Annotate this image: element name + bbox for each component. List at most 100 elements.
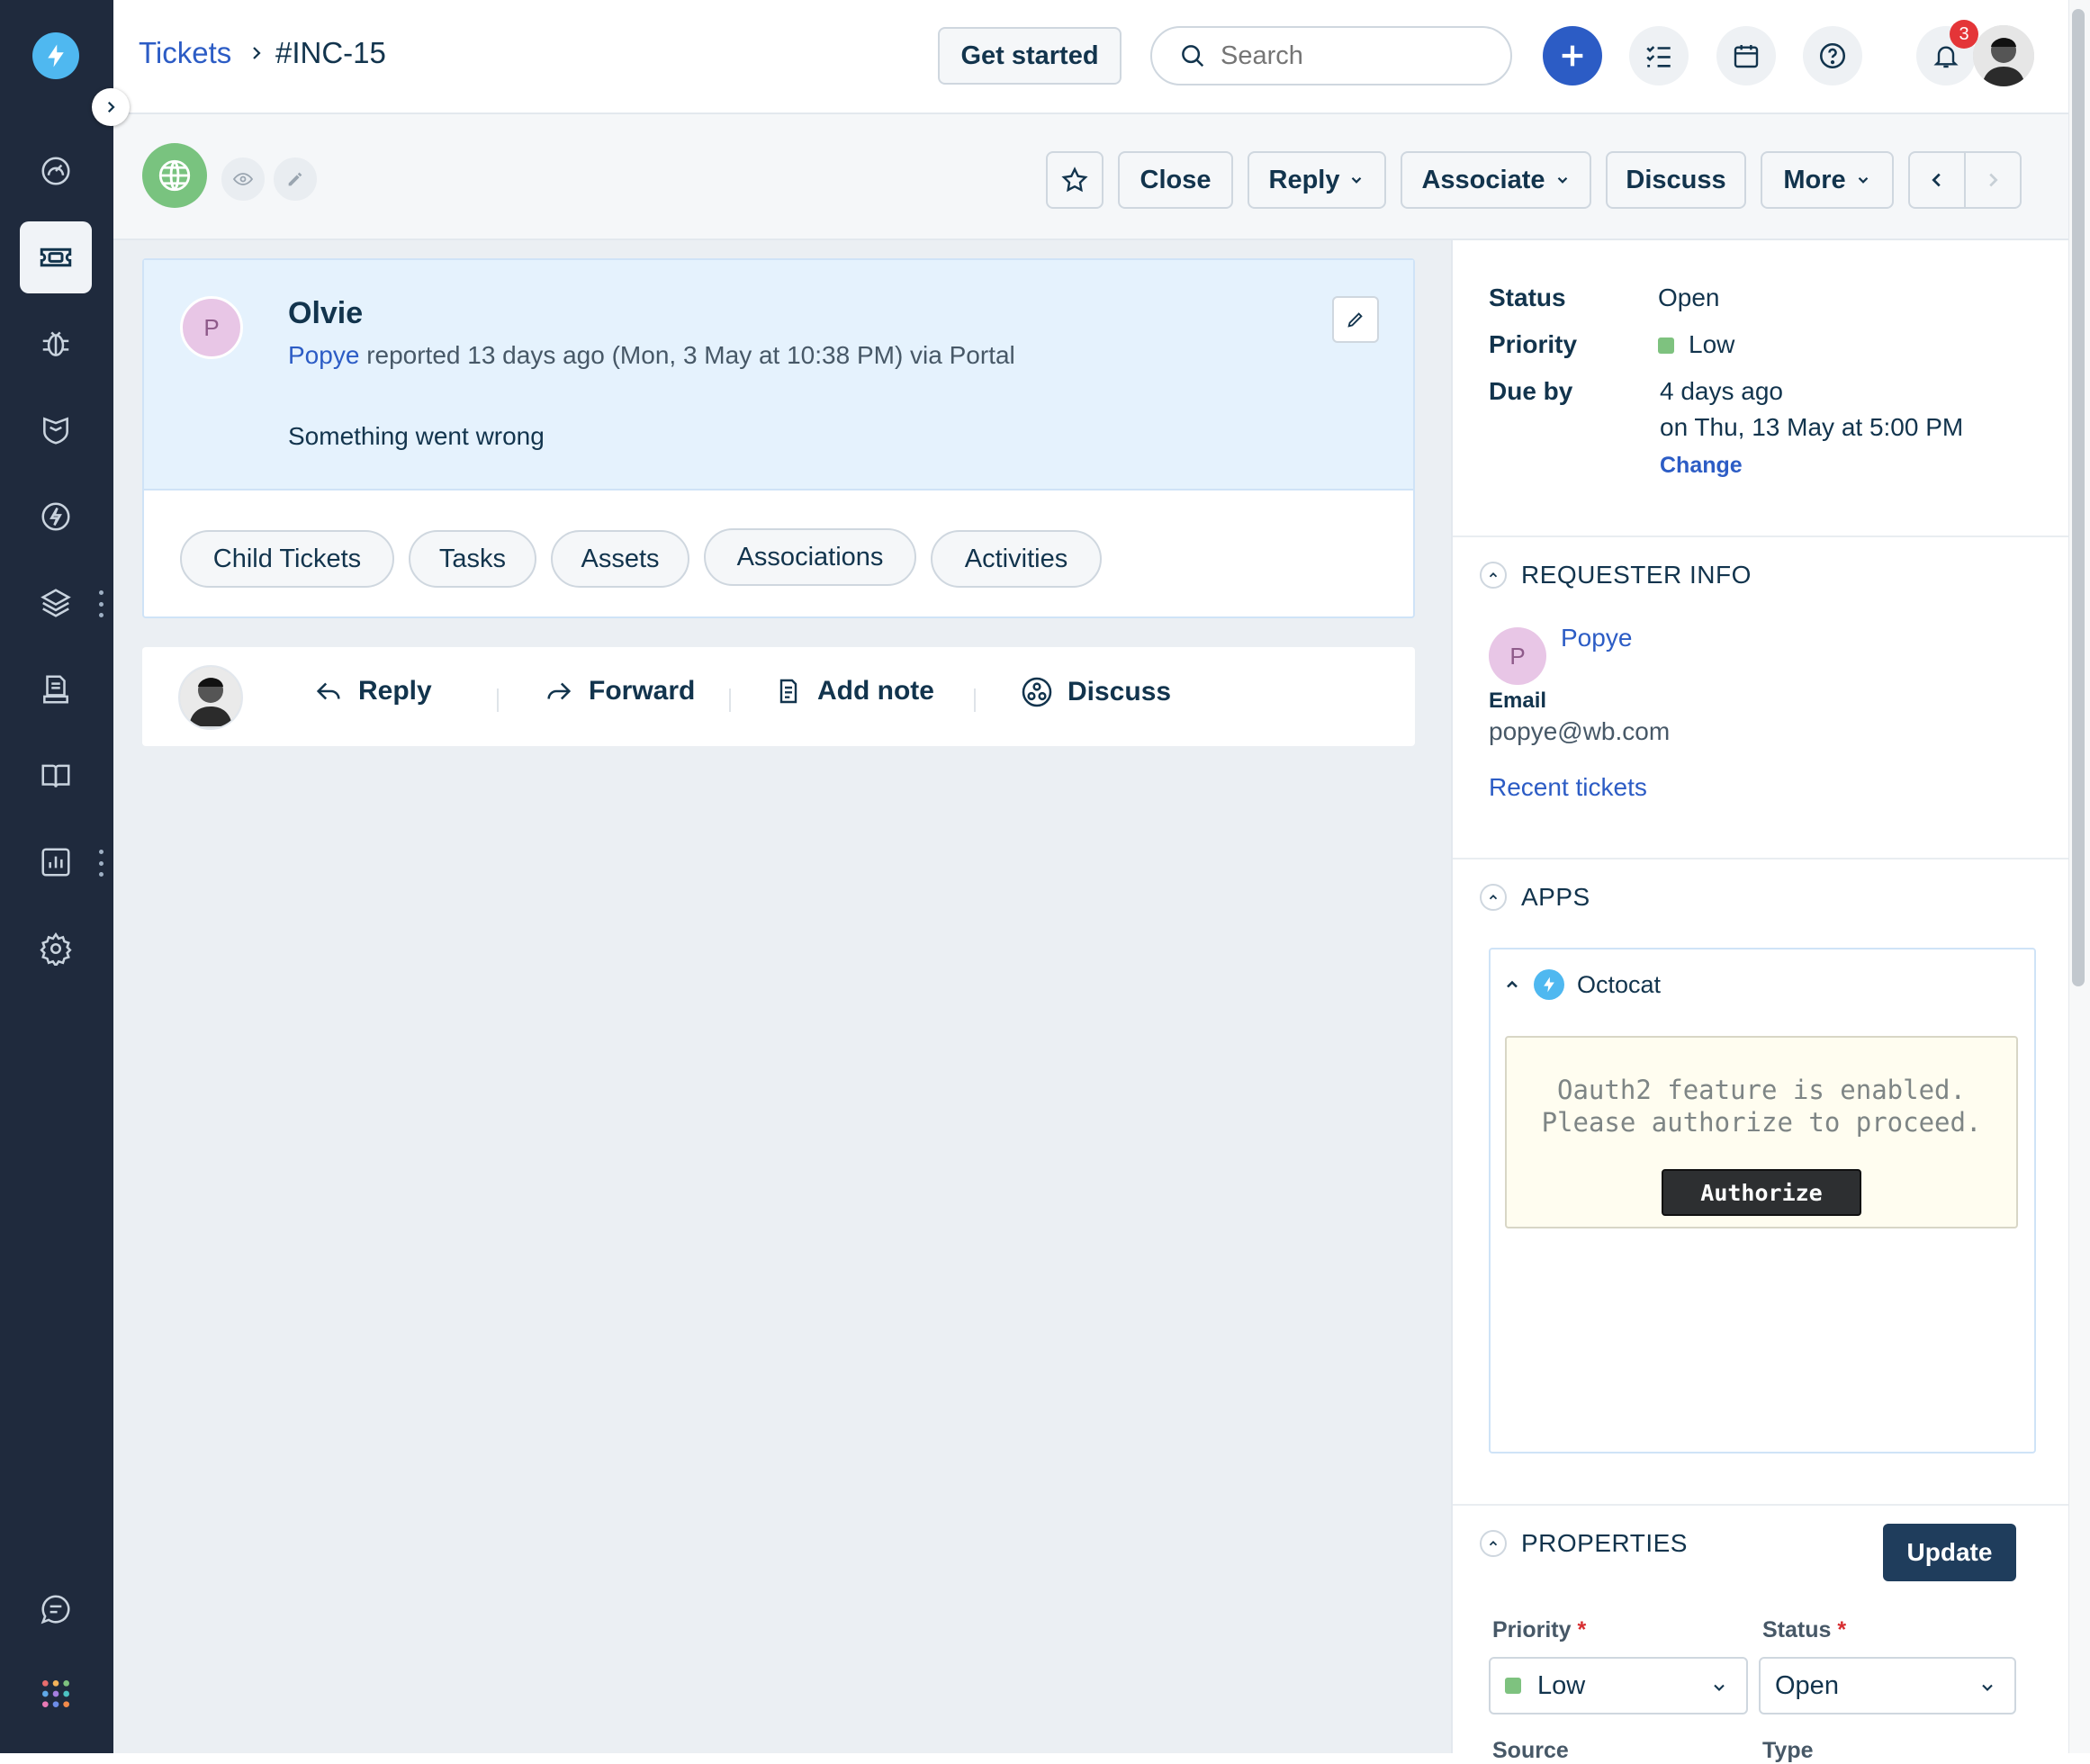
- edit-ticket-button[interactable]: [1332, 296, 1379, 343]
- reply-action-bar: Reply Forward Add note Discuss: [142, 647, 1415, 746]
- nav-dashboard-icon[interactable]: [20, 135, 92, 207]
- due-relative: 4 days ago: [1660, 377, 1783, 405]
- prop-status-label-text: Status: [1762, 1617, 1832, 1642]
- close-ticket-button[interactable]: Close: [1118, 151, 1233, 209]
- help-button[interactable]: [1803, 26, 1862, 86]
- forward-action[interactable]: Forward: [544, 676, 695, 706]
- due-by-label: Due by: [1489, 377, 1573, 405]
- note-icon: [779, 679, 797, 704]
- nav-more-icon[interactable]: [97, 590, 104, 617]
- watchers-eye-icon[interactable]: [220, 156, 266, 202]
- tab-activities[interactable]: Activities: [931, 530, 1102, 588]
- user-avatar[interactable]: [1973, 25, 2034, 86]
- forward-icon: [547, 682, 572, 700]
- nav-changes-icon[interactable]: [20, 394, 92, 466]
- expand-nav-button[interactable]: [92, 88, 130, 126]
- priority-select-value: Low: [1537, 1670, 1586, 1700]
- requester-info-name[interactable]: Popye: [1561, 624, 1632, 652]
- tab-child-tickets[interactable]: Child Tickets: [180, 530, 394, 588]
- chevron-right-icon: [1989, 173, 1998, 187]
- nav-tickets-icon[interactable]: [20, 221, 92, 293]
- chevron-up-icon: [1480, 562, 1507, 589]
- editing-pencil-icon[interactable]: [272, 156, 319, 202]
- discuss-action[interactable]: Discuss: [1021, 676, 1171, 708]
- reply-action-label: Reply: [358, 676, 432, 706]
- logo-icon[interactable]: [32, 32, 79, 79]
- search-input[interactable]: [1219, 40, 1489, 72]
- discuss-action-label: Discuss: [1068, 677, 1172, 706]
- octocat-app-header[interactable]: Octocat: [1503, 969, 1661, 1000]
- left-navigation: [0, 0, 113, 1753]
- nav-apps-grid-icon[interactable]: [20, 1658, 92, 1730]
- requester-link[interactable]: Popye: [288, 341, 359, 369]
- action-divider: [497, 688, 499, 712]
- get-started-button[interactable]: Get started: [938, 27, 1122, 85]
- reply-dropdown-label: Reply: [1268, 165, 1340, 194]
- reply-dropdown-button[interactable]: Reply: [1248, 151, 1386, 209]
- chevron-up-icon: [1480, 884, 1507, 911]
- ticket-subject: Olvie: [288, 296, 364, 330]
- apps-title: APPS: [1521, 883, 1590, 911]
- update-properties-button[interactable]: Update: [1883, 1524, 2016, 1581]
- requester-avatar: P: [180, 296, 243, 359]
- new-item-button[interactable]: [1543, 26, 1602, 86]
- email-label: Email: [1489, 688, 1547, 713]
- more-dropdown-label: More: [1783, 165, 1846, 194]
- agent-avatar: [178, 665, 243, 730]
- nav-analytics-icon[interactable]: [20, 826, 92, 898]
- search-icon: [1182, 45, 1204, 68]
- ticket-toolbar: Close Reply Associate Discuss More: [113, 114, 2068, 240]
- scrollbar-thumb[interactable]: [2072, 9, 2085, 986]
- tab-assets[interactable]: Assets: [551, 530, 689, 588]
- chevron-down-icon: [1982, 1684, 1993, 1691]
- properties-title: PROPERTIES: [1521, 1529, 1688, 1557]
- associate-dropdown-button[interactable]: Associate: [1401, 151, 1591, 209]
- priority-select-indicator: [1505, 1678, 1521, 1694]
- action-divider: [729, 688, 731, 712]
- discuss-button[interactable]: Discuss: [1606, 151, 1746, 209]
- nav-problems-icon[interactable]: [20, 308, 92, 380]
- ticket-main-area: P Olvie Popye reported 13 days ago (Mon,…: [113, 240, 1451, 1753]
- add-note-action[interactable]: Add note: [774, 676, 934, 706]
- globe-icon: [142, 143, 207, 208]
- nav-assets-icon[interactable]: [20, 567, 92, 639]
- tab-associations[interactable]: Associations: [704, 528, 916, 586]
- recent-tickets-link[interactable]: Recent tickets: [1489, 773, 1647, 802]
- pencil-icon: [1347, 312, 1363, 328]
- plus-icon: [1562, 45, 1583, 67]
- prop-type-label: Type: [1762, 1738, 1814, 1763]
- reply-action[interactable]: Reply: [313, 676, 432, 706]
- requester-info-avatar: P: [1489, 627, 1546, 685]
- status-value: Open: [1658, 284, 1720, 311]
- ticket-sidepanel: Status Open Priority Low Due by 4 days a…: [1451, 240, 2070, 1763]
- breadcrumb-tickets-link[interactable]: Tickets: [139, 36, 231, 70]
- change-due-link[interactable]: Change: [1660, 453, 1743, 479]
- nav-admin-icon[interactable]: [20, 913, 92, 985]
- priority-select[interactable]: Low: [1489, 1657, 1748, 1714]
- previous-ticket-button[interactable]: [1908, 151, 1966, 209]
- required-marker: *: [1837, 1617, 1847, 1642]
- nav-analytics-more-icon[interactable]: [97, 850, 104, 877]
- favorite-button[interactable]: [1046, 151, 1104, 209]
- nav-chat-icon[interactable]: [20, 1573, 92, 1645]
- status-select[interactable]: Open: [1759, 1657, 2016, 1714]
- priority-indicator: [1658, 338, 1674, 354]
- add-note-action-label: Add note: [817, 676, 934, 706]
- next-ticket-button[interactable]: [1964, 151, 2022, 209]
- calendar-button[interactable]: [1716, 26, 1776, 86]
- associate-dropdown-label: Associate: [1421, 165, 1545, 194]
- tab-tasks[interactable]: Tasks: [409, 530, 536, 588]
- search-box[interactable]: [1150, 26, 1512, 86]
- requester-info-header[interactable]: REQUESTER INFO: [1480, 561, 1752, 590]
- authorize-button[interactable]: Authorize: [1662, 1169, 1861, 1216]
- todo-list-button[interactable]: [1629, 26, 1689, 86]
- properties-header[interactable]: PROPERTIES: [1480, 1529, 1688, 1558]
- nav-solutions-icon[interactable]: [20, 740, 92, 812]
- nav-releases-icon[interactable]: [20, 481, 92, 553]
- nav-contracts-icon[interactable]: [20, 653, 92, 725]
- ticket-description-card: P Olvie Popye reported 13 days ago (Mon,…: [142, 258, 1415, 618]
- oauth-notice: Oauth2 feature is enabled. Please author…: [1505, 1036, 2018, 1228]
- chevron-up-icon: [1507, 980, 1518, 988]
- more-dropdown-button[interactable]: More: [1761, 151, 1894, 209]
- apps-header[interactable]: APPS: [1480, 883, 1590, 912]
